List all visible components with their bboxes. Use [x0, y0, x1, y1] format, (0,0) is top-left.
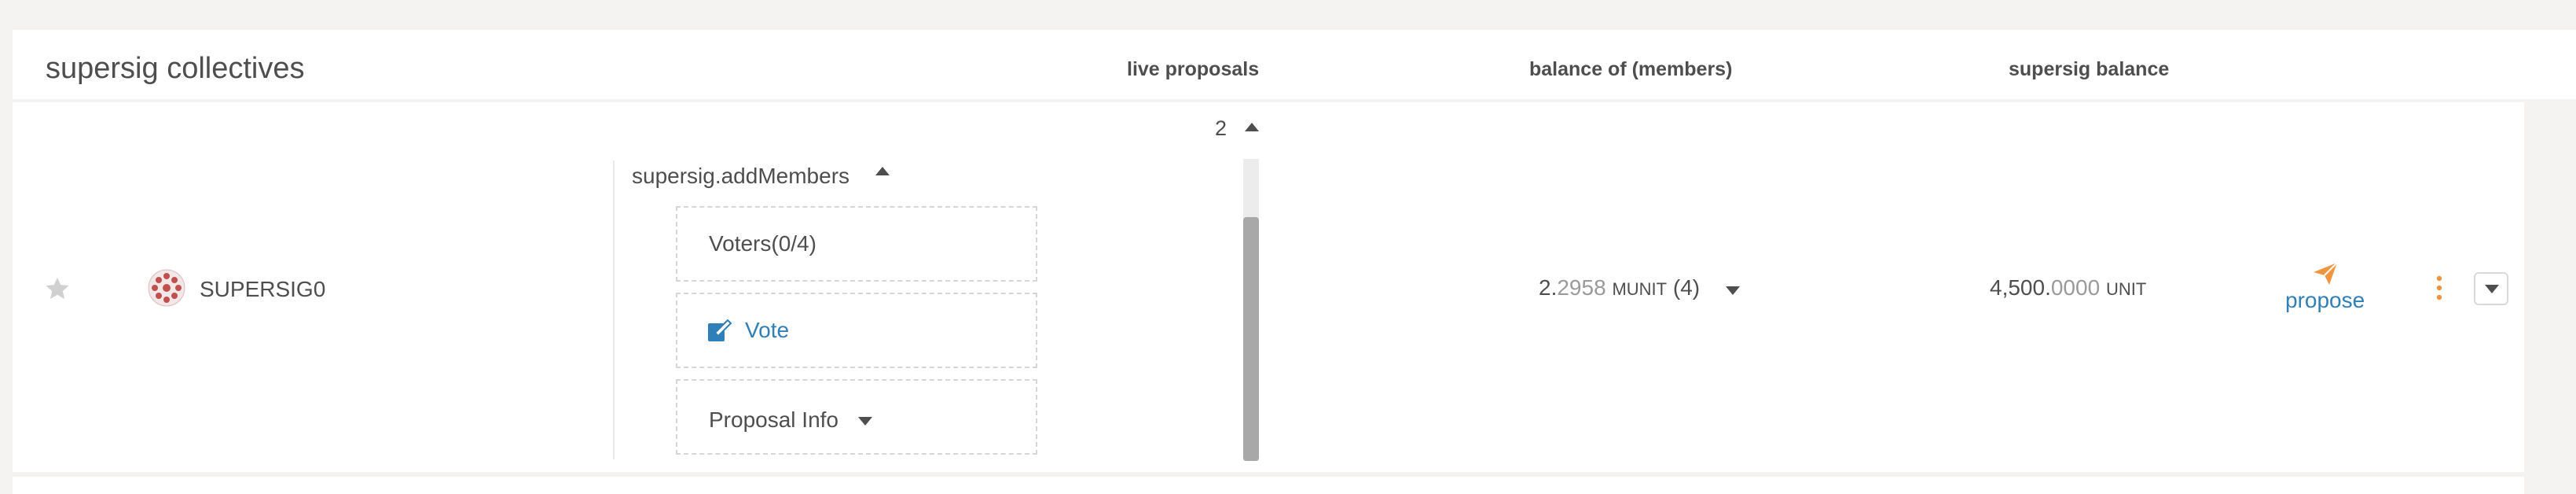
members-balance-unit: MUNIT [1612, 279, 1668, 299]
proposal-info-button[interactable]: Proposal Info [676, 379, 1037, 455]
supersig-balance: 4,500.0000 UNIT [1990, 275, 2146, 300]
next-row-edge [13, 477, 2524, 494]
supersig-balance-integer: 4,500. [1990, 275, 2051, 300]
proposal-info-label: Proposal Info [709, 407, 838, 432]
more-vertical-icon[interactable] [2435, 274, 2444, 302]
caret-down-icon[interactable] [1726, 286, 1740, 295]
divider [613, 160, 615, 459]
voters-box[interactable]: Voters(0/4) [676, 206, 1037, 282]
column-header-supersig-balance: supersig balance [2009, 58, 2170, 80]
supersig-balance-decimals: 0000 [2050, 275, 2101, 300]
supersig-balance-unit: UNIT [2105, 279, 2147, 299]
caret-down-icon [858, 417, 872, 426]
column-header-balance-members: balance of (members) [1529, 58, 1733, 80]
supersig-row [13, 102, 2524, 472]
row-expand-button[interactable] [2474, 272, 2508, 305]
caret-down-icon [2485, 285, 2499, 293]
page-title: supersig collectives [46, 52, 305, 85]
vote-button[interactable]: Vote [676, 293, 1037, 368]
vote-edit-icon [708, 319, 732, 341]
caret-up-icon[interactable] [875, 167, 890, 175]
members-balance: 2.2958 MUNIT (4) [1539, 275, 1700, 300]
column-header-live-proposals: live proposals [1127, 58, 1260, 80]
proposal-method[interactable]: supersig.addMembers [632, 164, 849, 189]
vote-label: Vote [745, 318, 790, 342]
header-bar [13, 30, 2576, 99]
scrollbar-thumb[interactable] [1243, 217, 1259, 461]
identicon[interactable] [148, 269, 185, 307]
members-balance-decimals: 2958 [1557, 275, 1606, 300]
propose-button[interactable]: propose [2285, 288, 2365, 313]
members-balance-integer: 2. [1539, 275, 1558, 300]
members-count: (4) [1672, 275, 1701, 300]
paper-plane-icon[interactable] [2312, 261, 2339, 286]
caret-up-icon[interactable] [1245, 123, 1259, 131]
voters-label: Voters(0/4) [709, 231, 816, 256]
proposals-count: 2 [1215, 116, 1227, 140]
star-icon[interactable] [44, 275, 71, 302]
account-name[interactable]: SUPERSIG0 [200, 277, 325, 302]
